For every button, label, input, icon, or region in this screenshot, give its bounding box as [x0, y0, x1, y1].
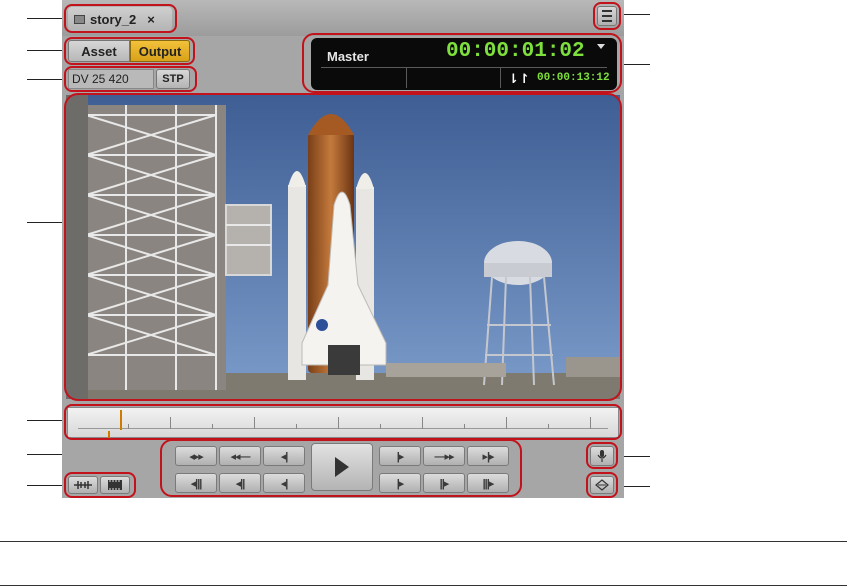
callout-line [620, 64, 650, 65]
highlight-timeline [64, 404, 622, 440]
callout-line [27, 50, 65, 51]
callout-line [27, 420, 65, 421]
callout-line [620, 456, 650, 457]
callout-line [27, 18, 65, 19]
divider [0, 541, 847, 542]
highlight-left-tools [64, 472, 136, 498]
highlight-video [64, 93, 622, 401]
callout-line [27, 79, 65, 80]
divider [0, 585, 847, 586]
callout-line [27, 222, 65, 223]
highlight-source-toggle [64, 37, 195, 65]
highlight-timecode [302, 33, 622, 93]
highlight-format [64, 66, 197, 92]
highlight-transport [160, 439, 522, 497]
callout-line [27, 485, 65, 486]
highlight-tab [64, 4, 177, 33]
highlight-sync [586, 472, 618, 498]
callout-line [620, 486, 650, 487]
record-monitor-panel: story_2 × Asset Output DV 25 420 STP Mas… [62, 0, 624, 498]
highlight-mic [586, 442, 618, 469]
callout-line [620, 14, 650, 15]
highlight-menu [593, 2, 621, 30]
